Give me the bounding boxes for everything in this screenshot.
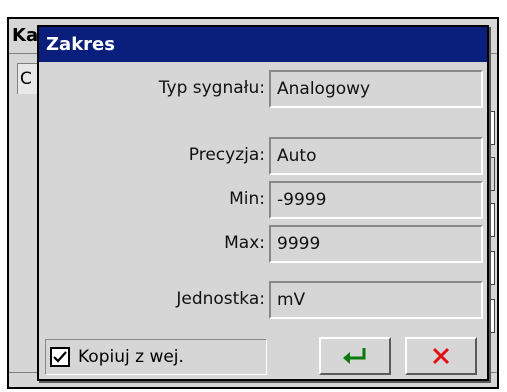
max-field[interactable]: 9999 [269,225,483,263]
min-label: Min: [229,189,265,209]
unit-value: mV [277,290,306,310]
min-field[interactable]: -9999 [269,181,483,219]
unit-row: Jednostka: mV [39,281,487,319]
background-title: Ka [12,25,39,46]
precision-label: Precyzja: [188,145,265,165]
min-value: -9999 [277,190,327,210]
unit-field[interactable]: mV [269,281,483,319]
copy-from-input-label: Kopiuj z wej. [78,347,184,367]
unit-label: Jednostka: [176,289,265,309]
precision-value: Auto [277,146,317,166]
copy-from-input-group: Kopiuj z wej. [45,339,267,375]
max-label: Max: [224,233,265,253]
max-value: 9999 [277,234,321,254]
signal-type-field[interactable]: Analogowy [269,70,483,108]
signal-type-row: Typ sygnału: Analogowy [39,70,487,108]
min-row: Min: -9999 [39,181,487,219]
precision-row: Precyzja: Auto [39,137,487,175]
enter-arrow-icon [343,348,366,364]
cancel-button[interactable] [405,337,477,375]
background-tab-label: C [20,69,32,89]
range-dialog: Zakres Typ sygnału: Analogowy Precyzja: … [37,25,489,381]
copy-from-input-checkbox[interactable] [50,347,70,367]
dialog-title: Zakres [46,34,115,55]
max-row: Max: 9999 [39,225,487,263]
precision-field[interactable]: Auto [269,137,483,175]
ok-button[interactable] [319,337,391,375]
signal-type-label: Typ sygnału: [158,78,265,98]
close-x-icon [432,347,450,365]
dialog-titlebar[interactable]: Zakres [39,27,487,62]
signal-type-value: Analogowy [277,79,371,99]
checkmark-icon [53,351,67,363]
dialog-bottom-bar: Kopiuj z wej. [39,335,487,379]
